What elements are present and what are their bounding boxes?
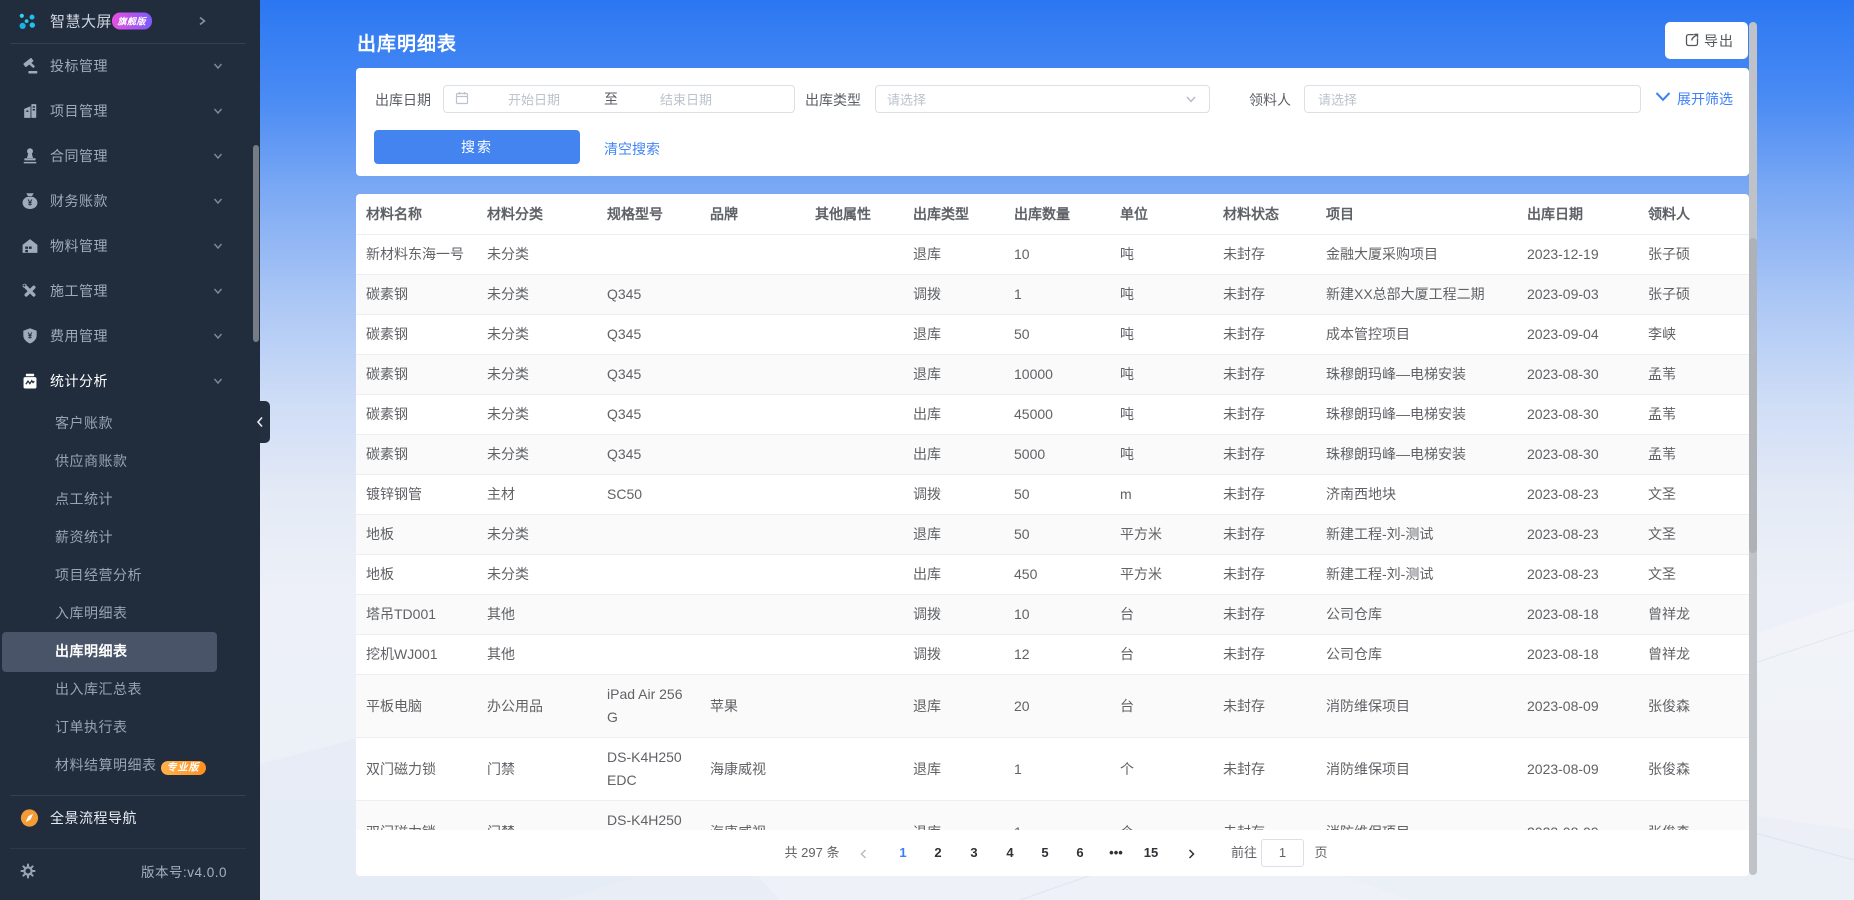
svg-text:¥: ¥ xyxy=(28,197,33,207)
svg-text:¥: ¥ xyxy=(28,330,33,340)
